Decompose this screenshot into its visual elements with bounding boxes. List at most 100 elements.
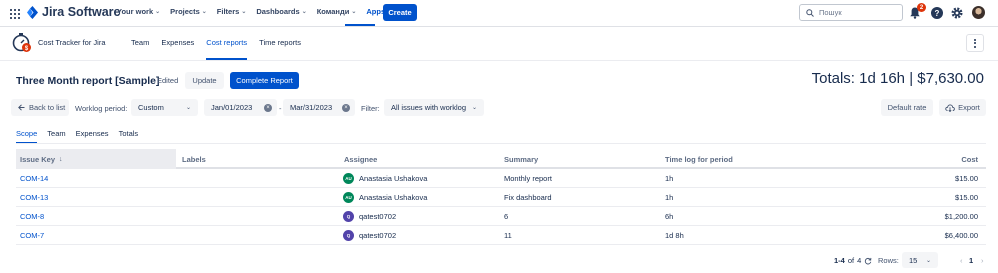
chevron-down-icon: ⌄ <box>241 9 247 15</box>
issue-assignee: Q qatest0702 <box>343 207 396 226</box>
nav-active-indicator <box>345 24 375 26</box>
default-rate-button[interactable]: Default rate <box>881 99 933 116</box>
nav-dashboards-label: Dashboards <box>256 7 300 16</box>
issue-assignee: AU Anastasia Ushakova <box>343 188 427 207</box>
nav-filters-label: Filters <box>216 7 240 16</box>
search-input[interactable]: Пошук <box>799 4 903 21</box>
app-tab-expenses[interactable]: Expenses <box>155 38 200 47</box>
update-button[interactable]: Update <box>185 72 224 89</box>
worklog-period-label: Worklog period: <box>75 104 128 113</box>
issue-summary: 11 <box>504 231 512 240</box>
worklog-period-select[interactable]: Custom ⌄ <box>131 99 198 116</box>
filter-label: Filter: <box>361 104 380 113</box>
issue-filter-select[interactable]: All issues with worklog ⌄ <box>384 99 484 116</box>
jira-logo-text: Jira Software <box>42 5 121 19</box>
more-dots-icon <box>974 38 976 41</box>
assignee-name: qatest0702 <box>359 231 397 240</box>
issue-key-link[interactable]: COM-13 <box>20 188 48 207</box>
nav-dashboards[interactable]: Dashboards ⌄ <box>251 7 311 16</box>
pagination-info: 1-4 of 4 <box>834 256 872 265</box>
issues-table: Issue Key ↓ Labels Assignee Summary Time… <box>16 149 986 245</box>
issue-time-log: 1d 8h <box>665 231 684 240</box>
table-row: COM-14 AU Anastasia Ushakova Monthly rep… <box>16 169 986 188</box>
table-row: COM-7 Q qatest0702 11 1d 8h $6,400.00 <box>16 226 986 245</box>
worklog-period-value: Custom <box>138 103 164 112</box>
chevron-down-icon: ⌄ <box>471 105 477 111</box>
column-header-assignee[interactable]: Assignee <box>340 149 500 169</box>
issue-time-log: 1h <box>665 193 674 202</box>
rows-per-page-select[interactable]: 15 ⌄ <box>902 252 938 268</box>
app-switcher-icon[interactable] <box>10 9 20 19</box>
column-header-time-log[interactable]: Time log for period <box>661 149 821 169</box>
complete-report-button[interactable]: Complete Report <box>230 72 299 89</box>
issue-cost: $6,400.00 <box>944 231 978 240</box>
assignee-name: Anastasia Ushakova <box>359 174 428 183</box>
issue-summary: Fix dashboard <box>504 193 552 202</box>
date-to-input[interactable]: Mar/31/2023 × <box>283 99 355 116</box>
report-subtabs: Scope Team Expenses Totals <box>11 129 144 144</box>
export-button[interactable]: Export <box>939 99 986 116</box>
date-from-input[interactable]: Jan/01/2023 × <box>204 99 277 116</box>
next-page-button[interactable]: › <box>981 256 984 265</box>
app-tabs: Team Expenses Cost reports Time reports <box>125 38 307 60</box>
date-range-separator: - <box>279 104 282 113</box>
back-to-list-button[interactable]: Back to list <box>11 99 69 116</box>
issue-assignee: AU Anastasia Ushakova <box>343 169 427 188</box>
nav-teams-label: Команди <box>316 7 350 16</box>
nav-projects[interactable]: Projects ⌄ <box>165 7 212 16</box>
app-tab-cost-reports[interactable]: Cost reports <box>200 38 253 60</box>
column-header-labels[interactable]: Labels <box>178 149 338 169</box>
app-header: $ Cost Tracker for Jira Team Expenses Co… <box>0 28 998 61</box>
subtab-totals[interactable]: Totals <box>114 129 144 138</box>
clear-icon[interactable]: × <box>342 103 350 112</box>
pagination-total: 4 <box>857 256 862 265</box>
clear-icon[interactable]: × <box>264 103 272 112</box>
issue-time-log: 1h <box>665 174 674 183</box>
nav-teams[interactable]: Команди ⌄ <box>312 7 362 16</box>
column-header-cost[interactable]: Cost <box>821 149 986 169</box>
help-icon[interactable]: ? <box>931 7 943 19</box>
more-actions-button[interactable] <box>966 34 984 52</box>
date-to-value: Mar/31/2023 <box>290 103 333 112</box>
assignee-avatar: AU <box>343 173 354 184</box>
subtab-scope[interactable]: Scope <box>11 129 42 144</box>
date-from-value: Jan/01/2023 <box>211 103 253 112</box>
assignee-avatar: AU <box>343 192 354 203</box>
back-to-list-label: Back to list <box>29 103 66 112</box>
search-icon <box>806 8 814 17</box>
nav-filters[interactable]: Filters ⌄ <box>212 7 252 16</box>
issue-key-link[interactable]: COM-14 <box>20 169 48 188</box>
issue-summary: 6 <box>504 212 509 221</box>
issue-cost: $15.00 <box>955 174 978 183</box>
nav-your-work-label: Your work <box>117 7 154 16</box>
issue-key-link[interactable]: COM-7 <box>20 226 44 245</box>
chevron-down-icon: ⌄ <box>155 9 161 15</box>
jira-logo[interactable]: Jira Software <box>27 5 121 19</box>
nav-projects-label: Projects <box>170 7 200 16</box>
table-row: COM-13 AU Anastasia Ushakova Fix dashboa… <box>16 188 986 207</box>
subtab-expenses[interactable]: Expenses <box>71 129 114 138</box>
app-tab-time-reports[interactable]: Time reports <box>253 38 307 47</box>
report-title: Three Month report [Sample] <box>16 75 160 87</box>
refresh-icon[interactable] <box>864 257 872 265</box>
app-tab-team[interactable]: Team <box>125 38 155 47</box>
create-button[interactable]: Create <box>383 4 417 21</box>
current-page[interactable]: 1 <box>969 256 973 265</box>
subtabs-divider <box>16 143 986 144</box>
search-placeholder: Пошук <box>819 8 842 17</box>
column-header-issue-key[interactable]: Issue Key ↓ <box>16 149 176 169</box>
settings-gear-icon[interactable] <box>951 7 963 19</box>
issue-key-link[interactable]: COM-8 <box>20 207 44 226</box>
previous-page-button[interactable]: ‹ <box>960 256 963 265</box>
nav-your-work[interactable]: Your work ⌄ <box>112 7 165 16</box>
assignee-avatar: Q <box>343 211 354 222</box>
chevron-down-icon: ⌄ <box>301 9 307 15</box>
issue-summary: Monthly report <box>504 174 552 183</box>
table-row: COM-8 Q qatest0702 6 6h $1,200.00 <box>16 207 986 226</box>
app-name: Cost Tracker for Jira <box>38 38 106 47</box>
column-header-summary[interactable]: Summary <box>500 149 660 169</box>
notification-count-badge: 2 <box>917 3 926 12</box>
subtab-team[interactable]: Team <box>42 129 70 138</box>
user-avatar[interactable] <box>972 6 985 19</box>
report-totals: Totals: 1d 16h | $7,630.00 <box>811 70 984 87</box>
